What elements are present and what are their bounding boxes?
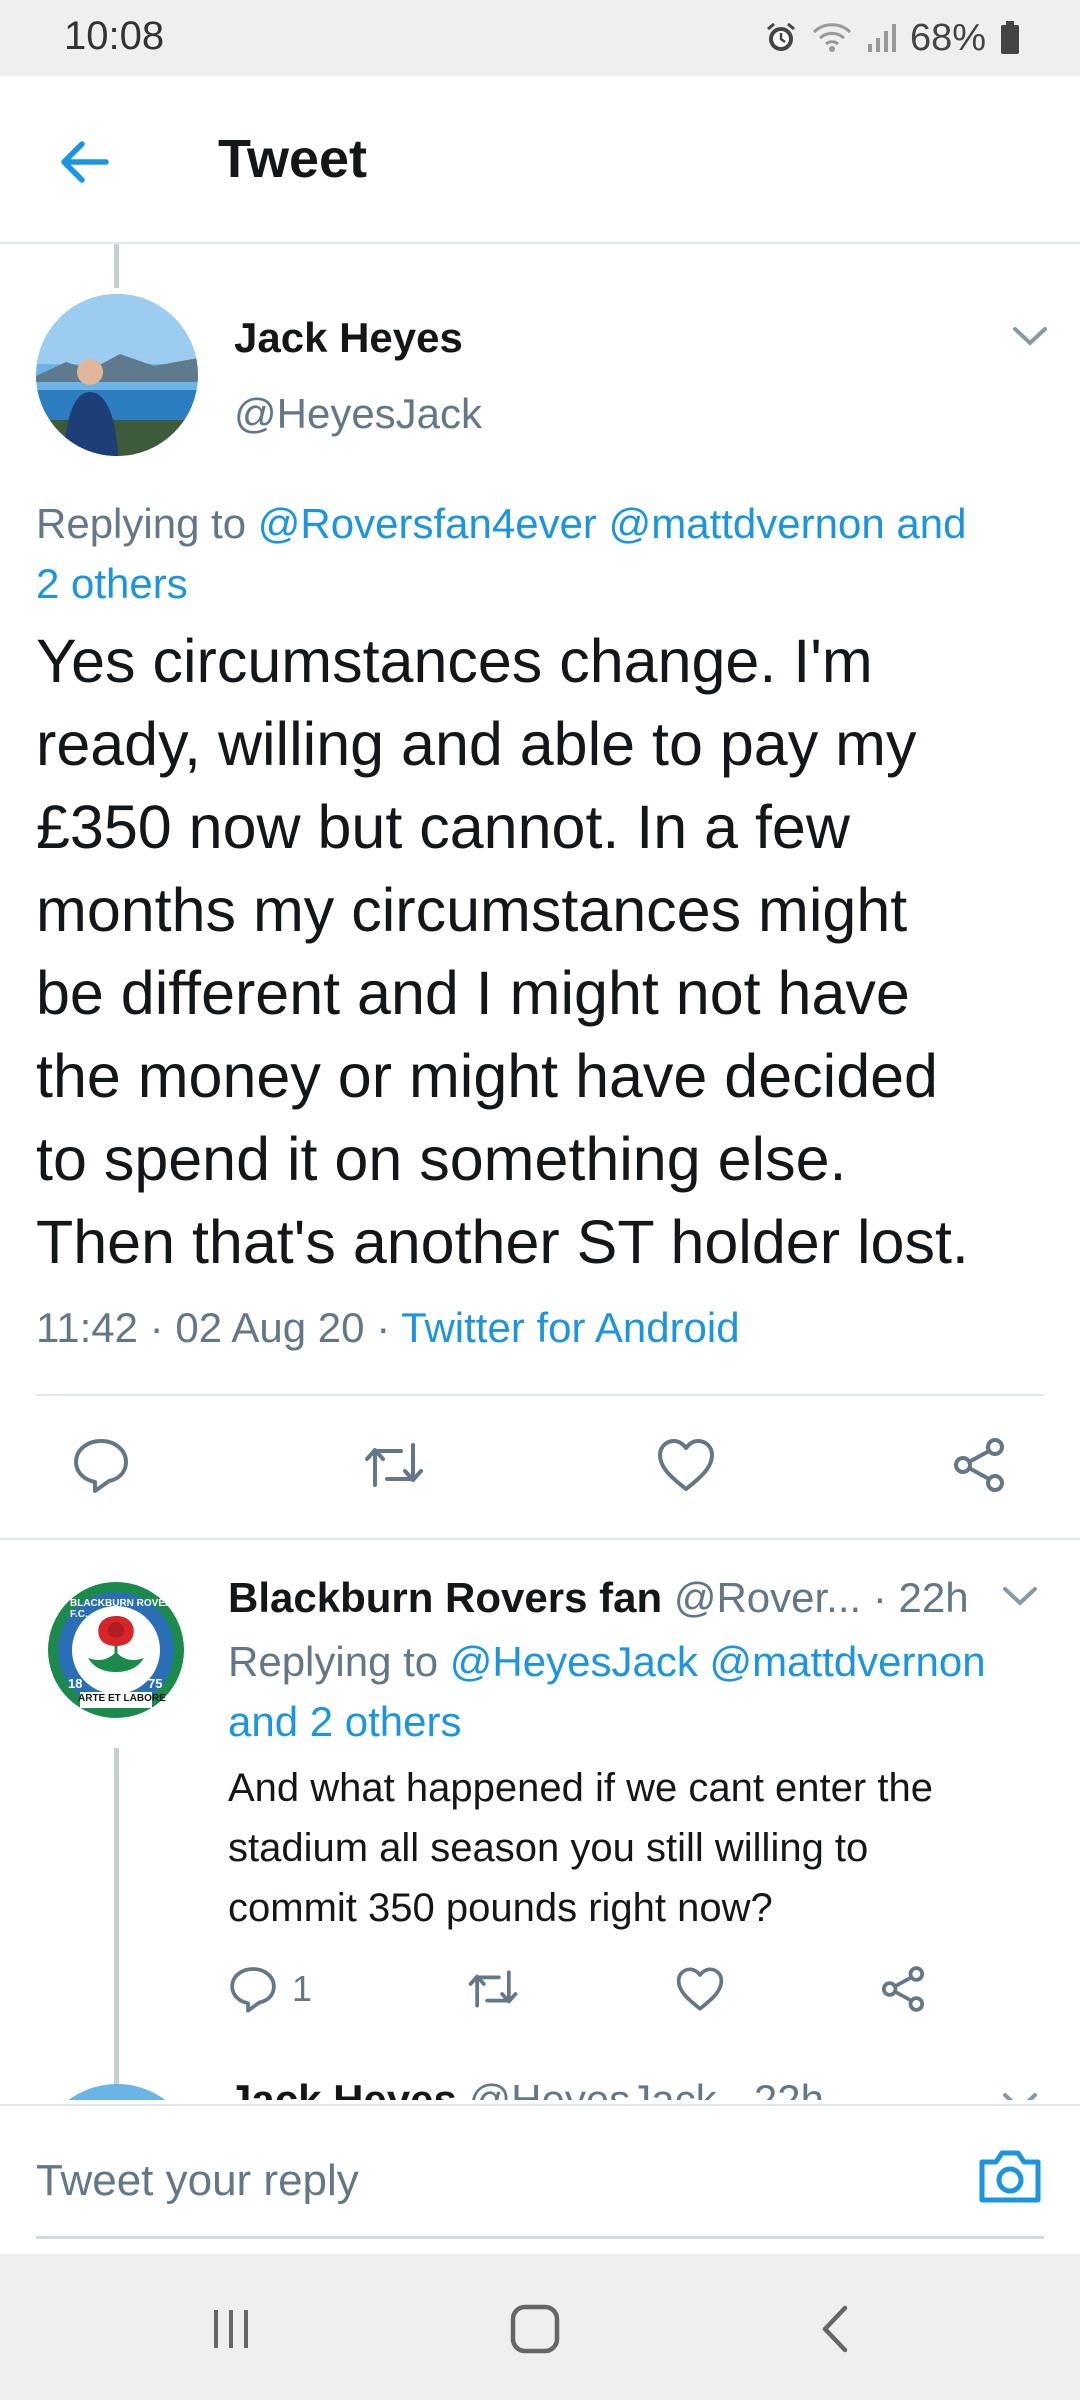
home-button[interactable] <box>500 2294 570 2364</box>
tweet-actions <box>66 1430 1014 1500</box>
author-handle[interactable]: @HeyesJack <box>469 2076 717 2100</box>
avatar[interactable]: BLACKBURN ROVERS F.C. 18 75 ARTE ET LABO… <box>40 1576 192 1728</box>
chevron-down-icon[interactable] <box>1010 322 1050 355</box>
tweet-text-line: And what happened if we cant enter the <box>228 1766 933 1810</box>
author-name[interactable]: Jack Heyes <box>234 314 463 362</box>
badge-motto: ARTE ET LABORE <box>78 1693 166 1704</box>
back-nav-button[interactable] <box>800 2294 870 2364</box>
reply-icon <box>230 1967 276 2013</box>
tweet-text-line: Then that's another ST holder lost. <box>36 1208 969 1276</box>
meta-separator: · <box>149 1304 164 1351</box>
status-icons: 68% <box>764 14 1020 62</box>
system-nav-bar <box>0 2254 1080 2400</box>
input-underline <box>36 2236 1044 2239</box>
recent-apps-button[interactable] <box>196 2294 266 2364</box>
replying-others-link[interactable]: and 2 others <box>228 1698 462 1745</box>
camera-button[interactable] <box>976 2144 1044 2212</box>
avatar[interactable] <box>36 294 198 456</box>
like-icon <box>676 1967 723 2011</box>
replying-links[interactable]: @HeyesJack @mattdvernon <box>450 1638 986 1685</box>
reply-input[interactable]: Tweet your reply <box>36 2156 359 2206</box>
reply-count: 1 <box>292 1968 313 2009</box>
wifi-icon <box>812 22 852 54</box>
tweet-text: Yes circumstances change. I'm ready, wil… <box>36 620 1076 1284</box>
app-bar: Tweet <box>0 76 1080 244</box>
compose-bar: Tweet your reply <box>0 2104 1080 2254</box>
chevron-down-icon[interactable] <box>1000 1582 1040 1615</box>
status-bar: 10:08 68% <box>0 0 1080 76</box>
replying-to: Replying to @Roversfan4ever @mattdvernon… <box>36 494 1046 614</box>
reply-button[interactable]: 1 <box>228 1964 312 2014</box>
avatar[interactable] <box>36 2084 198 2100</box>
replying-links[interactable]: @Roversfan4ever @mattdvernon and <box>258 500 967 547</box>
reply-tweet: BLACKBURN ROVERS F.C. 18 75 ARTE ET LABO… <box>0 1540 1080 2100</box>
badge-year-left: 18 <box>68 1676 83 1691</box>
share-button[interactable] <box>878 1964 928 2014</box>
replying-others-link[interactable]: 2 others <box>36 560 188 607</box>
tweet-text-line: £350 now but cannot. In a few <box>36 793 850 861</box>
replying-prefix: Replying to <box>228 1638 450 1685</box>
reply-header: Blackburn Rovers fan @Rover... · 22h <box>228 1574 988 1622</box>
back-icon <box>822 2305 848 2353</box>
tweet-actions: 1 <box>228 1964 928 2014</box>
tweet-date: 02 Aug 20 <box>175 1304 365 1351</box>
page-title: Tweet <box>218 129 368 189</box>
back-button[interactable] <box>44 122 124 202</box>
meta-separator: · <box>376 1304 391 1351</box>
tweet-text: And what happened if we cant enter the s… <box>228 1758 1058 1938</box>
status-time: 10:08 <box>64 14 165 58</box>
like-icon <box>658 1439 715 1491</box>
tweet-text-line: months my circumstances might <box>36 876 908 944</box>
retweet-icon <box>468 1970 518 2008</box>
reply-icon <box>74 1439 128 1493</box>
tweet-source-link[interactable]: Twitter for Android <box>401 1304 739 1351</box>
tweet-time: 11:42 <box>36 1304 138 1351</box>
reply-button[interactable] <box>66 1430 136 1500</box>
share-icon <box>953 1438 1004 1492</box>
share-button[interactable] <box>944 1430 1014 1500</box>
retweet-icon <box>364 1443 423 1487</box>
chevron-down-icon[interactable] <box>1000 2088 1040 2100</box>
tweet-text-line: commit 350 pounds right now? <box>228 1886 773 1930</box>
replying-to: Replying to @HeyesJack @mattdvernon and … <box>228 1632 1048 1752</box>
tweet-age: · 22h <box>728 2076 824 2100</box>
divider <box>36 1394 1044 1396</box>
badge-ring-text: BLACKBURN ROVERS F.C. <box>70 1598 179 1620</box>
replying-prefix: Replying to <box>36 500 258 547</box>
tweet-text-line: ready, willing and able to pay my <box>36 710 917 778</box>
retweet-button[interactable] <box>465 1964 521 2014</box>
battery-icon <box>1000 21 1020 55</box>
tweet-meta: 11:42 · 02 Aug 20 · Twitter for Android <box>36 1304 740 1352</box>
alarm-icon <box>764 21 798 55</box>
retweet-button[interactable] <box>359 1430 429 1500</box>
camera-icon <box>979 2150 1041 2203</box>
signal-icon <box>866 22 896 54</box>
author-handle[interactable]: @HeyesJack <box>234 390 482 438</box>
tweet-text-line: be different and I might not have <box>36 959 910 1027</box>
like-button[interactable] <box>675 1964 725 2014</box>
tweet-text-line: the money or might have decided <box>36 1042 938 1110</box>
share-icon <box>881 1966 925 2012</box>
battery-text: 68% <box>909 16 986 59</box>
badge-year-right: 75 <box>148 1676 163 1691</box>
recent-apps-icon <box>214 2310 248 2348</box>
tweet-text-line: Yes circumstances change. I'm <box>36 627 873 695</box>
tweet-text-line: to spend it on something else. <box>36 1125 847 1193</box>
like-button[interactable] <box>651 1430 721 1500</box>
thread-line <box>114 1748 119 2100</box>
author-name[interactable]: Jack Heyes <box>228 2076 457 2100</box>
home-icon <box>510 2304 560 2354</box>
tweet-text-line: stadium all season you still willing to <box>228 1826 869 1870</box>
next-tweet-header: Jack Heyes @HeyesJack · 22h <box>228 2076 824 2100</box>
arrow-left-icon <box>61 141 109 183</box>
author-name[interactable]: Blackburn Rovers fan <box>228 1574 662 1621</box>
main-tweet: Jack Heyes @HeyesJack Replying to @Rover… <box>0 244 1080 1540</box>
tweet-age: · 22h <box>872 1574 969 1621</box>
author-handle[interactable]: @Rover... <box>674 1574 861 1621</box>
